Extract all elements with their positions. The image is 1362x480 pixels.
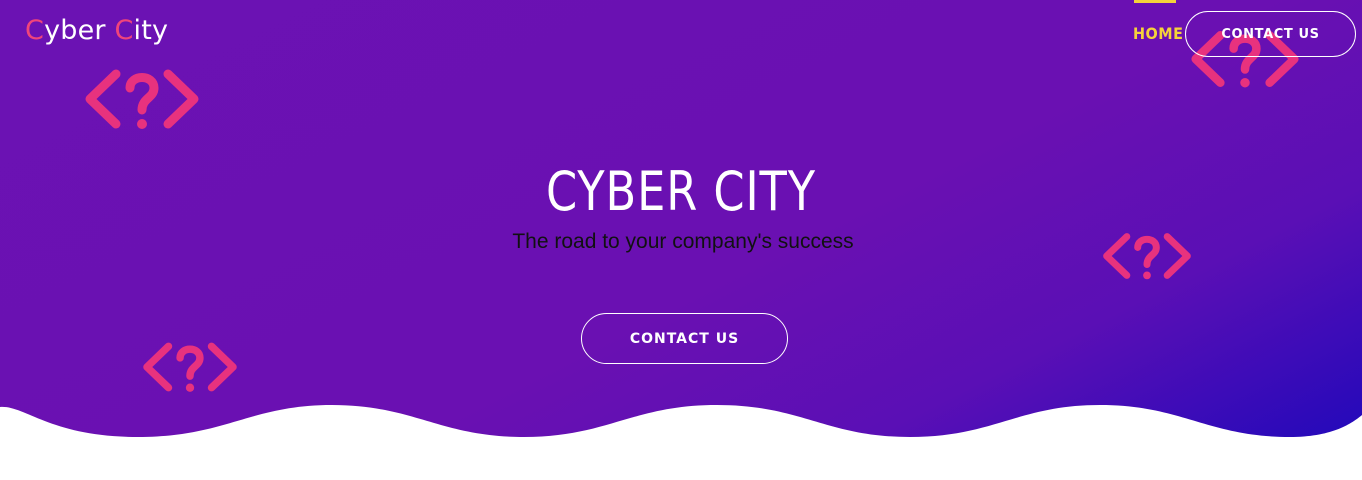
code-question-icon xyxy=(142,338,238,396)
code-question-icon xyxy=(84,66,200,132)
hero-section: Cyber City HOME CONTACT US CYBER CITY Th… xyxy=(0,0,1362,480)
logo-text: ity xyxy=(133,15,169,46)
logo-initial: C xyxy=(25,15,45,46)
wave-divider xyxy=(0,405,1362,480)
hero-title: CYBER CITY xyxy=(546,160,816,223)
nav-active-indicator xyxy=(1134,0,1176,3)
hero-subtitle: The road to your company's success xyxy=(512,230,854,253)
nav-contact-button[interactable]: CONTACT US xyxy=(1185,11,1356,57)
logo-text: yber xyxy=(44,15,115,46)
hero-contact-button[interactable]: CONTACT US xyxy=(581,313,788,364)
logo-initial: C xyxy=(114,15,134,46)
nav-home-link[interactable]: HOME xyxy=(1133,24,1183,43)
site-logo[interactable]: Cyber City xyxy=(25,15,168,46)
